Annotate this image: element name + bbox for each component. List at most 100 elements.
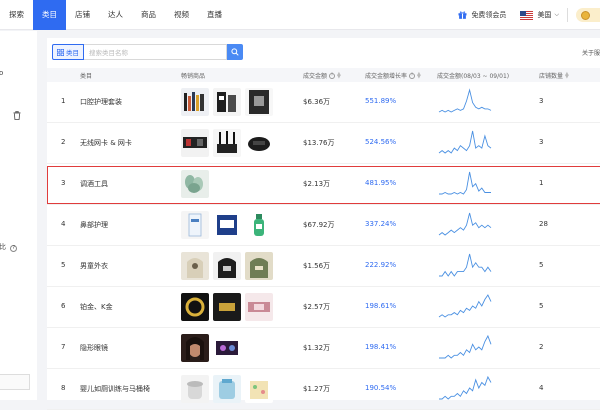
category-tab-label: 类目 <box>66 49 79 57</box>
category-name[interactable]: 口腔护理套装 <box>80 97 122 107</box>
region-select[interactable]: 美国 ⌵ <box>520 10 559 20</box>
rank: 6 <box>61 302 66 310</box>
row-highlight-box <box>47 166 600 204</box>
amount: $67.92万 <box>303 221 335 229</box>
product-image[interactable] <box>213 252 241 280</box>
product-image[interactable] <box>213 211 241 239</box>
category-name[interactable]: 男童外衣 <box>80 261 108 271</box>
category-name[interactable]: 隐形眼镜 <box>80 343 108 353</box>
shop-count: 3 <box>539 138 544 146</box>
rank: 7 <box>61 343 66 351</box>
product-image[interactable] <box>213 129 241 157</box>
nav-live[interactable]: 直播 <box>198 0 231 30</box>
search-bar: 类目 搜索类目名称 <box>52 44 243 60</box>
grid-icon <box>57 48 64 56</box>
nav-explore[interactable]: 探索 <box>0 0 33 30</box>
shop-count: 4 <box>539 384 544 392</box>
sidebar-input[interactable] <box>0 374 30 390</box>
table-row[interactable]: 5 男童外衣 $1.56万 222.92% 5 <box>47 246 600 287</box>
nav-product[interactable]: 商品 <box>132 0 165 30</box>
product-image[interactable] <box>245 252 273 280</box>
main-panel: 类目 搜索类目名称 关于服 类目 畅销商品 成交金额 ? ▲ ▼ 成交金额增长率 … <box>47 38 600 410</box>
growth-rate: 198.61% <box>365 302 397 310</box>
header-shops[interactable]: 店铺数量 ▲ ▼ <box>539 71 569 80</box>
product-image[interactable] <box>245 375 273 403</box>
category-name[interactable]: 鼻部护理 <box>80 220 108 230</box>
search-input[interactable]: 搜索类目名称 <box>84 44 227 60</box>
product-image[interactable] <box>213 293 241 321</box>
amount: $1.32万 <box>303 344 331 352</box>
trend-sparkline <box>439 334 492 359</box>
header-growth[interactable]: 成交金额增长率 ? ▲ ▼ <box>365 71 421 80</box>
nav-shop[interactable]: 店铺 <box>66 0 99 30</box>
nav-category[interactable]: 类目 <box>33 0 66 30</box>
coin-badge[interactable] <box>576 8 600 22</box>
rank: 2 <box>61 138 66 146</box>
product-image[interactable] <box>213 88 241 116</box>
product-thumbs <box>181 129 277 157</box>
product-image[interactable] <box>213 334 241 362</box>
trash-icon[interactable] <box>13 111 21 120</box>
growth-rate: 198.41% <box>365 343 397 351</box>
product-thumbs <box>181 88 277 116</box>
search-button[interactable] <box>227 44 243 60</box>
nav-influencer[interactable]: 达人 <box>99 0 132 30</box>
rank: 1 <box>61 97 66 105</box>
sidebar-fragment-text: o <box>0 69 4 77</box>
table-row[interactable]: 4 鼻部护理 $67.92万 337.24% 28 <box>47 205 600 246</box>
sort-icon: ▲ ▼ <box>417 70 421 80</box>
sidebar-fragment-label: 比 <box>0 243 6 251</box>
product-image[interactable] <box>181 334 209 362</box>
vip-button[interactable]: 免费领会员 <box>458 10 506 20</box>
shop-count: 5 <box>539 261 544 269</box>
table-header: 类目 畅销商品 成交金额 ? ▲ ▼ 成交金额增长率 ? ▲ ▼ 成交金额(08/0… <box>47 68 600 82</box>
nav-video[interactable]: 视频 <box>165 0 198 30</box>
category-name[interactable]: 铂金、K金 <box>80 302 113 312</box>
product-image[interactable] <box>181 293 209 321</box>
product-image[interactable] <box>245 211 273 239</box>
growth-rate: 337.24% <box>365 220 397 228</box>
table-row[interactable]: 2 无线网卡 & 网卡 $13.76万 524.56% 3 <box>47 123 600 164</box>
table-row[interactable]: 7 隐形眼镜 $1.32万 198.41% 2 <box>47 328 600 369</box>
help-icon: ? <box>329 72 336 79</box>
table-row[interactable]: 8 婴儿如厕训练与马桶椅 $1.27万 190.54% 4 <box>47 369 600 410</box>
table-row[interactable]: 6 铂金、K金 $2.57万 198.61% 5 <box>47 287 600 328</box>
vip-label: 免费领会员 <box>471 11 507 19</box>
amount: $2.57万 <box>303 303 331 311</box>
us-flag-icon <box>520 10 534 20</box>
amount: $6.36万 <box>303 98 331 106</box>
product-image[interactable] <box>213 375 241 403</box>
product-image[interactable] <box>181 88 209 116</box>
rank: 4 <box>61 220 66 228</box>
help-icon: ? <box>10 244 18 252</box>
product-image[interactable] <box>245 88 273 116</box>
product-image[interactable] <box>181 211 209 239</box>
amount: $13.76万 <box>303 139 335 147</box>
category-name[interactable]: 无线网卡 & 网卡 <box>80 138 132 148</box>
trend-sparkline <box>439 375 492 400</box>
search-icon <box>231 48 239 56</box>
trend-sparkline <box>439 253 492 277</box>
product-image[interactable] <box>181 252 209 280</box>
amount: $1.27万 <box>303 385 331 393</box>
filter-link[interactable]: 关于服 <box>582 48 600 57</box>
header-amount[interactable]: 成交金额 ? ▲ ▼ <box>303 71 341 80</box>
category-name[interactable]: 婴儿如厕训练与马桶椅 <box>80 384 150 394</box>
table-row[interactable]: 1 口腔护理套装 $6.36万 551.89% 3 <box>47 82 600 123</box>
header-products: 畅销商品 <box>181 73 206 80</box>
gift-icon <box>458 11 467 19</box>
sidebar-fragment-text: 比 ? <box>0 242 18 252</box>
nav-divider <box>567 8 568 22</box>
product-image[interactable] <box>245 293 273 321</box>
product-thumbs <box>181 375 277 403</box>
product-image[interactable] <box>245 129 273 157</box>
amount: $1.56万 <box>303 262 331 270</box>
sort-icon: ▲ ▼ <box>337 70 341 80</box>
product-image[interactable] <box>181 129 209 157</box>
product-thumbs <box>181 211 277 239</box>
shop-count: 3 <box>539 97 544 105</box>
category-tab[interactable]: 类目 <box>52 44 84 60</box>
shop-count: 2 <box>539 343 544 351</box>
product-image[interactable] <box>181 375 209 403</box>
trend-sparkline <box>438 130 492 154</box>
